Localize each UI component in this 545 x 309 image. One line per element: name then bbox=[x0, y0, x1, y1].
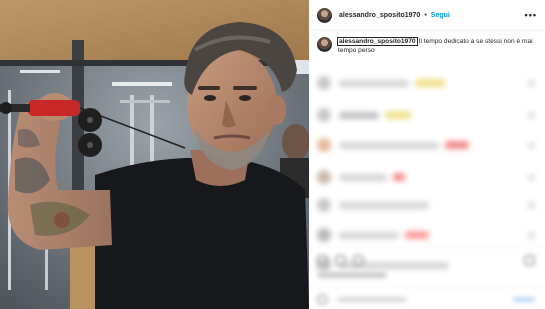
comment-emoji-blurred bbox=[445, 141, 469, 149]
comment-text-blurred bbox=[339, 201, 429, 209]
comment-avatar bbox=[317, 228, 331, 242]
comment-emoji-blurred bbox=[405, 231, 429, 239]
likes-count-blurred bbox=[317, 272, 387, 278]
bookmark-icon[interactable] bbox=[524, 255, 535, 266]
heart-icon bbox=[528, 202, 535, 209]
comment-avatar bbox=[317, 138, 331, 152]
header-separator-dot: • bbox=[424, 11, 427, 19]
comment-emoji-blurred bbox=[393, 173, 405, 181]
header-username-link[interactable]: alessandro_sposito1970 bbox=[339, 12, 420, 19]
comment-text-blurred bbox=[339, 173, 387, 181]
comment-text-blurred bbox=[339, 111, 379, 119]
comment-emoji-blurred bbox=[415, 79, 445, 87]
heart-icon bbox=[528, 174, 535, 181]
list-item bbox=[317, 76, 445, 90]
comment-avatar bbox=[317, 198, 331, 212]
comment-text-blurred bbox=[339, 141, 439, 149]
heart-icon bbox=[528, 232, 535, 239]
gym-photo-illustration bbox=[0, 0, 309, 309]
post-side-panel: alessandro_sposito1970 • Segui ••• aless… bbox=[309, 0, 545, 309]
comment-avatar bbox=[317, 108, 331, 122]
share-icon[interactable] bbox=[353, 255, 364, 266]
list-item bbox=[317, 138, 469, 152]
heart-icon bbox=[528, 142, 535, 149]
heart-icon bbox=[528, 80, 535, 87]
add-comment-bar bbox=[309, 287, 545, 309]
post-header: alessandro_sposito1970 • Segui ••• bbox=[309, 0, 545, 31]
comment-avatar bbox=[317, 170, 331, 184]
post-actions-blurred bbox=[309, 246, 545, 309]
more-options-icon[interactable]: ••• bbox=[525, 10, 537, 20]
comment-emoji-blurred bbox=[385, 111, 411, 119]
caption-avatar[interactable] bbox=[317, 37, 332, 52]
list-item bbox=[317, 198, 429, 212]
avatar[interactable] bbox=[317, 7, 332, 23]
like-icon[interactable] bbox=[317, 255, 328, 266]
list-item bbox=[317, 170, 405, 184]
caption-username-link[interactable]: alessandro_sposito1970 bbox=[337, 37, 418, 46]
comment-text-blurred bbox=[339, 231, 399, 239]
comment-avatar bbox=[317, 76, 331, 90]
heart-icon bbox=[528, 112, 535, 119]
list-item bbox=[317, 108, 411, 122]
follow-button[interactable]: Segui bbox=[431, 12, 450, 19]
comment-text-blurred bbox=[339, 79, 409, 87]
caption-text-block: alessandro_sposito1970 Il tempo dedicato … bbox=[337, 37, 538, 55]
comment-input-blurred[interactable] bbox=[337, 297, 407, 302]
post-caption: alessandro_sposito1970 Il tempo dedicato … bbox=[317, 37, 539, 55]
list-item bbox=[317, 228, 429, 242]
post-photo[interactable] bbox=[0, 0, 309, 309]
comment-icon[interactable] bbox=[335, 255, 346, 266]
publish-button-blurred[interactable] bbox=[513, 297, 535, 302]
emoji-icon[interactable] bbox=[317, 294, 328, 305]
